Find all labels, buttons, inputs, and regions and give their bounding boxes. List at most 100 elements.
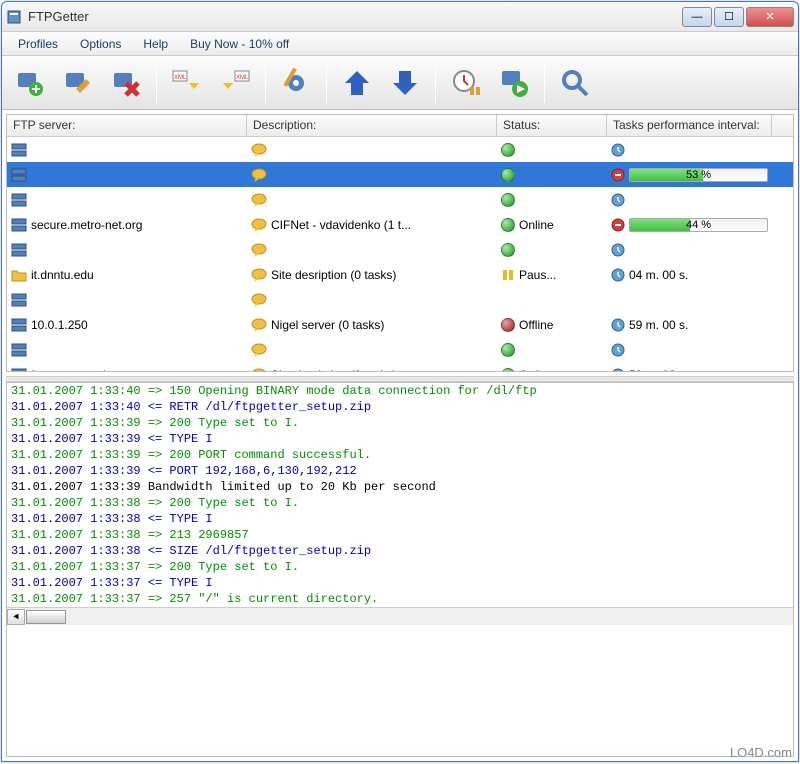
table-row[interactable] — [7, 337, 793, 362]
menu-help[interactable]: Help — [133, 34, 178, 54]
log-line: 31.01.2007 1:33:38 => 200 Type set to I. — [7, 495, 793, 511]
settings-button[interactable] — [274, 62, 318, 104]
export-xml-button[interactable]: XML — [213, 62, 257, 104]
bubble-icon — [251, 293, 267, 307]
cell-status — [497, 166, 607, 184]
status-text: Offline — [519, 318, 553, 332]
server-name: it.dnntu.edu — [31, 268, 94, 282]
close-button[interactable]: ✕ — [746, 7, 794, 27]
scroll-thumb[interactable] — [26, 610, 66, 624]
table-row[interactable]: fantom.vnet.citySite desription (0 tasks… — [7, 362, 793, 372]
cell-description: CIFNet - vdavidenko (1 t... — [247, 216, 497, 234]
download-button[interactable] — [383, 62, 427, 104]
desc-text: Site desription (0 tasks) — [271, 268, 396, 282]
table-row[interactable]: it.dnntu.edu Site desription (0 tasks) Pau… — [7, 262, 793, 287]
clock-icon — [611, 193, 625, 207]
cell-description — [247, 341, 497, 359]
list-header: FTP server: Description: Status: Tasks p… — [7, 115, 793, 137]
cell-description: Site desription (0 tasks) — [247, 266, 497, 284]
cell-description: Nigel server (0 tasks) — [247, 316, 497, 334]
delete-profile-button[interactable] — [104, 62, 148, 104]
import-xml-button[interactable]: XML — [165, 62, 209, 104]
status-online-icon — [501, 193, 515, 207]
schedule-button[interactable] — [444, 62, 488, 104]
col-server[interactable]: FTP server: — [7, 115, 247, 136]
desc-text: CIFNet - vdavidenko (1 t... — [271, 218, 411, 232]
cell-description — [247, 241, 497, 259]
status-offline-icon — [501, 318, 515, 332]
table-row[interactable] — [7, 137, 793, 162]
task-text: 59 m. 00 s. — [629, 318, 688, 332]
stop-icon — [611, 218, 625, 232]
table-row[interactable] — [7, 287, 793, 312]
search-button[interactable] — [553, 62, 597, 104]
add-profile-button[interactable] — [8, 62, 52, 104]
status-online-icon — [501, 168, 515, 182]
menu-options[interactable]: Options — [70, 34, 131, 54]
server-name: 10.0.1.250 — [31, 318, 88, 332]
status-text: Online — [519, 218, 554, 232]
cell-status — [497, 191, 607, 209]
run-button[interactable] — [492, 62, 536, 104]
log-pane[interactable]: 31.01.2007 1:33:40 => 150 Opening BINARY… — [6, 382, 794, 757]
col-status[interactable]: Status: — [497, 115, 607, 136]
bubble-icon — [251, 193, 267, 207]
menu-profiles[interactable]: Profiles — [8, 34, 68, 54]
cell-status — [497, 298, 607, 302]
col-description[interactable]: Description: — [247, 115, 497, 136]
svg-text:XML: XML — [174, 75, 187, 81]
content-area: FTP server: Description: Status: Tasks p… — [2, 110, 798, 761]
maximize-button[interactable]: ☐ — [714, 7, 744, 27]
log-line: 31.01.2007 1:33:40 <= RETR /dl/ftpgetter… — [7, 399, 793, 415]
server-icon — [11, 193, 27, 207]
cell-status — [497, 141, 607, 159]
titlebar[interactable]: FTPGetter — ☐ ✕ — [2, 2, 798, 32]
cell-task: 04 m. 00 s. — [607, 266, 772, 284]
server-list[interactable]: FTP server: Description: Status: Tasks p… — [6, 114, 794, 372]
server-name: fantom.vnet.city — [31, 368, 115, 373]
col-task[interactable]: Tasks performance interval: — [607, 115, 772, 136]
table-row[interactable]: 53 % — [7, 162, 793, 187]
cell-server — [7, 191, 247, 209]
cell-task: 44 % — [607, 216, 772, 234]
table-row[interactable]: secure.metro-net.orgCIFNet - vdavidenko … — [7, 212, 793, 237]
bubble-icon — [251, 368, 267, 373]
log-line: 31.01.2007 1:33:39 => 200 Type set to I. — [7, 415, 793, 431]
cell-task — [607, 141, 772, 159]
table-row[interactable]: 10.0.1.250 Nigel server (0 tasks) Offline 5… — [7, 312, 793, 337]
minimize-button[interactable]: — — [682, 7, 712, 27]
menu-buynow[interactable]: Buy Now - 10% off — [180, 34, 299, 54]
upload-button[interactable] — [335, 62, 379, 104]
cell-status: Online — [497, 216, 607, 234]
server-icon — [11, 343, 27, 357]
server-icon — [11, 218, 27, 232]
log-line: 31.01.2007 1:33:40 => 150 Opening BINARY… — [7, 383, 793, 399]
task-text: 59 m. 00 s. — [629, 368, 688, 373]
cell-task — [607, 191, 772, 209]
status-text: Paus... — [519, 268, 556, 282]
log-hscrollbar[interactable]: ◄ — [7, 607, 793, 625]
table-row[interactable] — [7, 237, 793, 262]
log-line: 31.01.2007 1:33:39 <= TYPE I — [7, 431, 793, 447]
clock-icon — [611, 268, 625, 282]
cell-status: Offline — [497, 316, 607, 334]
scroll-left-button[interactable]: ◄ — [7, 609, 25, 625]
table-row[interactable] — [7, 187, 793, 212]
server-icon — [11, 293, 27, 307]
app-window: FTPGetter — ☐ ✕ Profiles Options Help Bu… — [1, 1, 799, 762]
folder-icon — [11, 268, 27, 282]
edit-profile-button[interactable] — [56, 62, 100, 104]
cell-status: Online — [497, 366, 607, 373]
log-line: 31.01.2007 1:33:38 <= TYPE I — [7, 511, 793, 527]
watermark: LO4D.com — [730, 745, 792, 760]
svg-text:XML: XML — [236, 75, 249, 81]
bubble-icon — [251, 268, 267, 282]
cell-task: 59 m. 00 s. — [607, 316, 772, 334]
log-line: 31.01.2007 1:33:38 <= SIZE /dl/ftpgetter… — [7, 543, 793, 559]
cell-server — [7, 241, 247, 259]
cell-task — [607, 298, 772, 302]
clock-icon — [611, 343, 625, 357]
task-text: 04 m. 00 s. — [629, 268, 688, 282]
clock-icon — [611, 143, 625, 157]
server-icon — [11, 143, 27, 157]
